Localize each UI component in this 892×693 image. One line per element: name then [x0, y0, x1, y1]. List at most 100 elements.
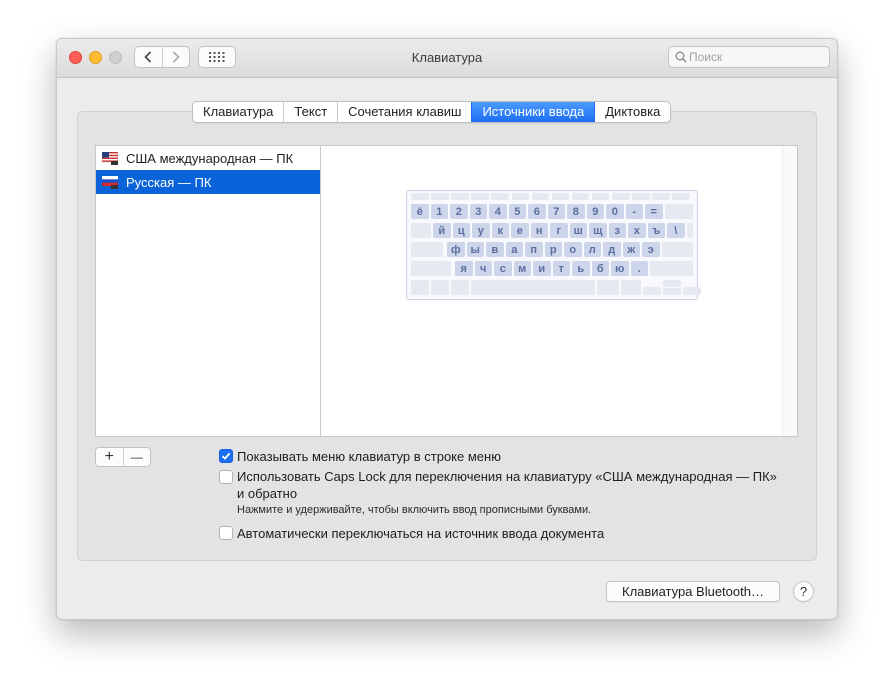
- keyboard-blank-key: [491, 193, 509, 200]
- keyboard-key: 4: [489, 204, 507, 219]
- keyboard-key: ъ: [647, 223, 665, 238]
- keyboard-key: ж: [622, 242, 640, 257]
- keyboard-key: л: [583, 242, 601, 257]
- help-button[interactable]: ?: [793, 581, 814, 602]
- keyboard-key: б: [591, 261, 609, 276]
- caps-lock-label-line2[interactable]: и обратно: [237, 485, 297, 502]
- keyboard-key: щ: [589, 223, 607, 238]
- search-input[interactable]: [689, 47, 824, 67]
- keyboard-blank-key: [431, 193, 449, 200]
- keyboard-key: й: [433, 223, 451, 238]
- tab-text[interactable]: Текст: [283, 102, 337, 122]
- keyboard-key: 2: [450, 204, 468, 219]
- list-item-us-international[interactable]: США международная — ПК: [96, 146, 320, 170]
- checkmark-icon: [221, 452, 231, 460]
- auto-switch-checkbox[interactable]: [219, 526, 233, 540]
- keyboard-key: 8: [567, 204, 585, 219]
- caps-lock-label-line1[interactable]: Использовать Caps Lock для переключения …: [237, 468, 777, 485]
- keyboard-blank-key: [643, 287, 661, 295]
- keyboard-key: т: [552, 261, 570, 276]
- title-bar: Клавиатура: [57, 39, 837, 78]
- ru-flag-icon: [102, 175, 118, 189]
- keyboard-key: д: [603, 242, 621, 257]
- keyboard-key: ф: [447, 242, 465, 257]
- keyboard-preview: ё 1 2 3 4 5 6 7 8 9 0- = й ц у к е н г ш щ з х ъ \ ф ы в а п р о л д ж э я ч с…: [320, 145, 798, 437]
- keyboard-key: е: [511, 223, 529, 238]
- keyboard-key: 6: [528, 204, 546, 219]
- keyboard-key: н: [530, 223, 548, 238]
- keyboard-key: з: [608, 223, 626, 238]
- auto-switch-label[interactable]: Автоматически переключаться на источник …: [237, 525, 604, 542]
- keyboard-blank-key: [471, 280, 595, 295]
- keyboard-preferences-window: Клавиатура Клавиатура Текст Сочетания кл…: [56, 38, 838, 620]
- list-buttons: + —: [95, 447, 151, 467]
- keyboard-key: о: [564, 242, 582, 257]
- keyboard-key: ч: [474, 261, 492, 276]
- keyboard-key: к: [491, 223, 509, 238]
- keyboard-blank-key: [571, 193, 590, 200]
- keyboard-key: э: [642, 242, 660, 257]
- keyboard-blank-key: [661, 242, 693, 257]
- keyboard-key: м: [513, 261, 531, 276]
- keyboard-blank-key: [663, 280, 681, 287]
- keyboard-key: в: [486, 242, 504, 257]
- keyboard-blank-key: [411, 261, 451, 276]
- keyboard-key: у: [472, 223, 490, 238]
- caps-lock-hint: Нажмите и удерживайте, чтобы включить вв…: [237, 504, 592, 516]
- preview-scrollbar[interactable]: [782, 146, 797, 436]
- keyboard-key: ц: [452, 223, 470, 238]
- keyboard-key: с: [494, 261, 512, 276]
- keyboard-key: а: [505, 242, 523, 257]
- keyboard-blank-key: [411, 242, 443, 257]
- remove-source-button[interactable]: —: [122, 448, 151, 466]
- input-source-list[interactable]: США международная — ПК Русская — ПК: [95, 145, 321, 437]
- keyboard-blank-key: [621, 280, 641, 295]
- keyboard-blank-key: [451, 193, 469, 200]
- bluetooth-keyboard-button[interactable]: Клавиатура Bluetooth…: [606, 581, 780, 602]
- list-item-russian[interactable]: Русская — ПК: [96, 170, 320, 194]
- keyboard-key: 0: [606, 204, 624, 219]
- keyboard-key: 7: [547, 204, 565, 219]
- keyboard-key: г: [550, 223, 568, 238]
- keyboard-key: я: [455, 261, 473, 276]
- keyboard-key: 1: [430, 204, 448, 219]
- keyboard-blank-key: [650, 261, 693, 276]
- tab-dictation[interactable]: Диктовка: [594, 102, 670, 122]
- tab-keyboard[interactable]: Клавиатура: [193, 102, 283, 122]
- tab-input-sources[interactable]: Источники ввода: [471, 102, 595, 122]
- keyboard-blank-key: [683, 287, 701, 295]
- keyboard-key: и: [533, 261, 551, 276]
- keyboard-key: ш: [569, 223, 587, 238]
- keyboard-blank-key: [551, 193, 570, 200]
- keyboard-key: \: [667, 223, 685, 238]
- keyboard-key: 9: [586, 204, 604, 219]
- keyboard-blank-key: [664, 204, 693, 219]
- keyboard-key: ё: [411, 204, 429, 219]
- keyboard-blank-key: [612, 193, 630, 200]
- keyboard-blank-key: [471, 193, 489, 200]
- keyboard-blank-key: [431, 280, 449, 295]
- tab-bar: Клавиатура Текст Сочетания клавиш Источн…: [192, 101, 672, 123]
- keyboard-key: п: [525, 242, 543, 257]
- keyboard-blank-key: [632, 193, 650, 200]
- keyboard-blank-key: [591, 193, 610, 200]
- search-field[interactable]: [668, 46, 830, 68]
- keyboard-blank-key: [411, 193, 429, 200]
- keyboard-key: 5: [508, 204, 526, 219]
- us-flag-icon: [102, 151, 118, 165]
- show-menu-checkbox[interactable]: [219, 449, 233, 463]
- add-source-button[interactable]: +: [96, 448, 123, 466]
- keyboard-key: р: [544, 242, 562, 257]
- keyboard-key: .: [630, 261, 648, 276]
- tab-shortcuts[interactable]: Сочетания клавиш: [337, 102, 471, 122]
- keyboard-key: х: [628, 223, 646, 238]
- keyboard-blank-key: [531, 193, 550, 200]
- keyboard-blank-key: [411, 280, 429, 295]
- show-menu-label[interactable]: Показывать меню клавиатур в строке меню: [237, 448, 501, 465]
- keyboard-blank-key: [411, 223, 431, 238]
- source-label: США международная — ПК: [126, 150, 294, 166]
- search-icon: [675, 51, 687, 63]
- keyboard-key: ь: [572, 261, 590, 276]
- keyboard-blank-key: [672, 193, 690, 200]
- caps-lock-checkbox[interactable]: [219, 470, 233, 484]
